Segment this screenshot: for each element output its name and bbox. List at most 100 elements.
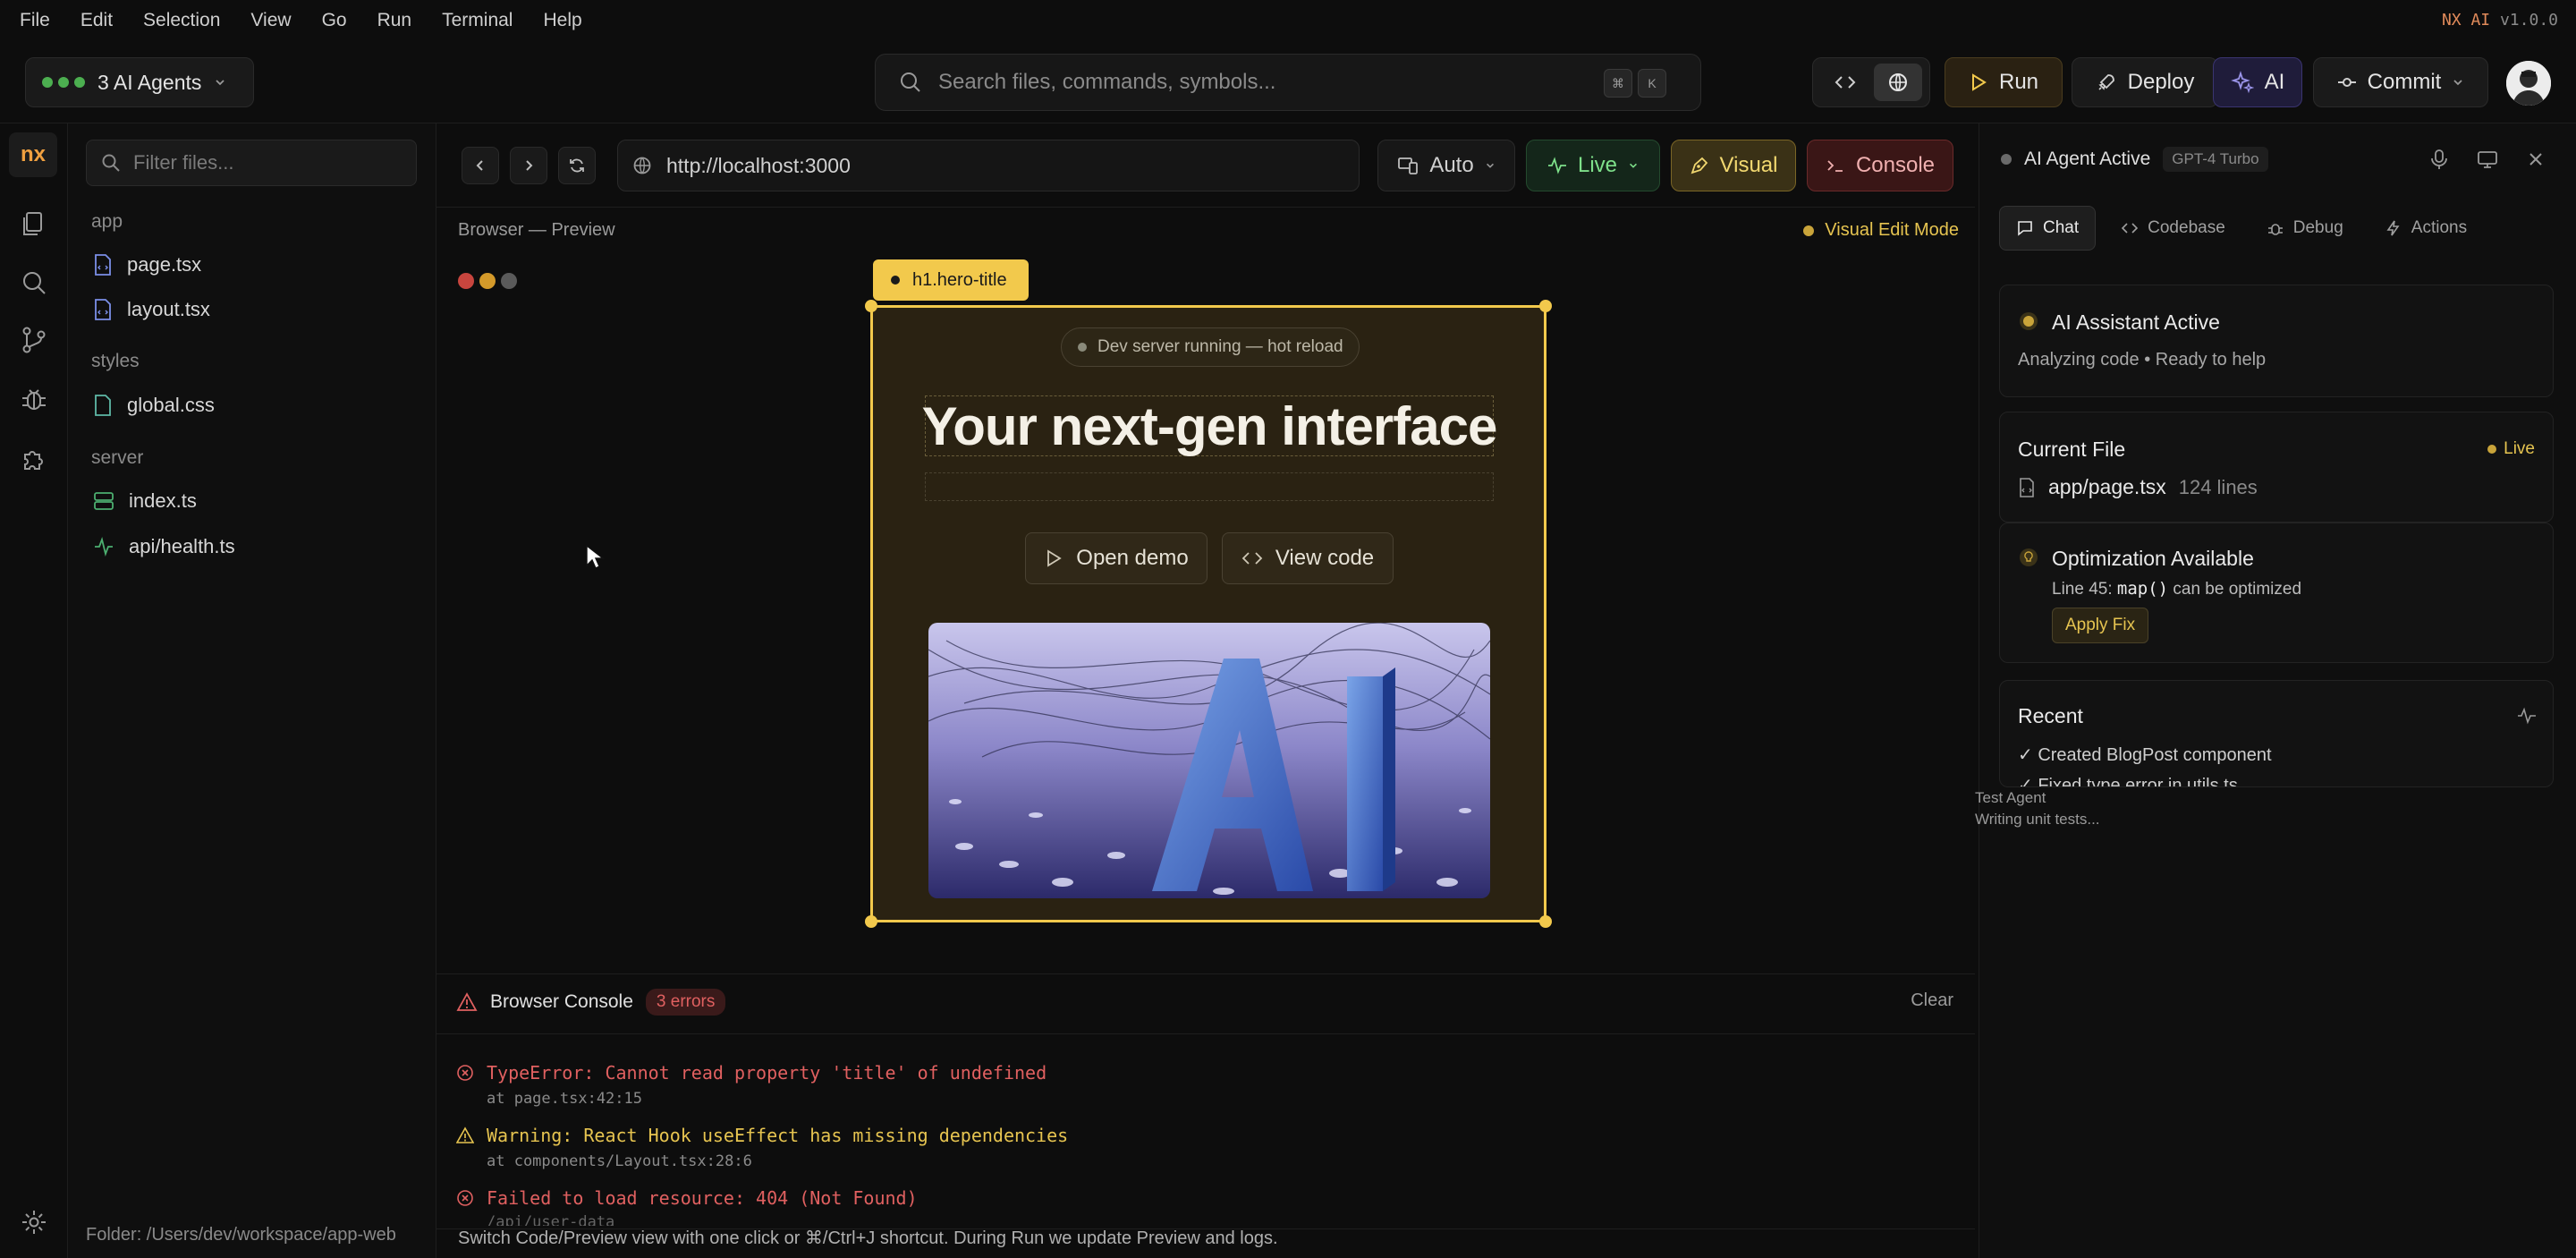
close-icon[interactable] [2523,147,2548,172]
tab-actions[interactable]: Actions [2368,206,2483,251]
extensions-icon[interactable] [18,442,50,474]
view-code-button[interactable]: View code [1222,532,1394,584]
model-badge[interactable]: GPT-4 Turbo [2163,147,2268,172]
console-button[interactable]: Console [1807,140,1953,191]
agents-dropdown[interactable]: 3 AI Agents [25,57,254,107]
current-file-title: Current File [2018,438,2126,461]
current-file-row: app/page.tsx 124 lines [2018,475,2258,499]
command-search[interactable]: ⌘ K [875,54,1701,111]
url-field[interactable]: http://localhost:3000 [617,140,1360,191]
user-avatar[interactable] [2506,61,2551,106]
view-toggle [1812,57,1930,107]
resize-handle-bottom-left[interactable] [865,915,877,928]
tab-debug[interactable]: Debug [2250,206,2360,251]
menu-go[interactable]: Go [322,10,347,31]
live-dropdown[interactable]: Live [1526,140,1660,191]
commit-button[interactable]: Commit [2313,57,2488,107]
folder-group-styles[interactable]: styles [91,351,140,372]
optimization-card: Optimization Available Line 45: map() ca… [1999,523,2554,663]
run-button[interactable]: Run [1945,57,2063,107]
lightbulb-icon [2020,548,2038,566]
menu-run[interactable]: Run [377,10,412,31]
optimization-title: Optimization Available [2052,547,2254,570]
optimization-detail: Line 45: map() can be optimized [2052,579,2301,599]
console-location: at components/Layout.tsx:28:6 [487,1152,752,1170]
file-item[interactable]: layout.tsx [93,292,210,327]
console-message: TypeError: Cannot read property 'title' … [487,1062,1047,1084]
assistant-card-subtitle: Analyzing code • Ready to help [2018,350,2267,370]
preview-frame[interactable]: Dev server running — hot reload Your nex… [865,300,1552,928]
apply-fix-button[interactable]: Apply Fix [2052,608,2149,643]
selected-element-tag[interactable]: h1.hero-title [873,259,1029,301]
console-line-error[interactable]: TypeError: Cannot read property 'title' … [456,1062,1046,1084]
resize-handle-top-right[interactable] [1539,300,1552,312]
code-icon [1241,552,1263,565]
microphone-icon[interactable] [2427,147,2452,172]
bug-icon[interactable] [18,383,50,415]
open-demo-button[interactable]: Open demo [1025,532,1208,584]
visual-edit-button[interactable]: Visual [1671,140,1796,191]
filter-input[interactable] [133,151,402,174]
menu-edit[interactable]: Edit [80,10,113,31]
back-button[interactable] [462,147,499,184]
css-file-icon [95,395,111,416]
recent-card: Recent ✓ Created BlogPost component ✓ Fi… [1999,680,2554,787]
console-line-error[interactable]: Failed to load resource: 404 (Not Found) [456,1187,918,1209]
current-file-card[interactable]: Current File Live app/page.tsx 124 lines [1999,412,2554,523]
console-line-warning[interactable]: Warning: React Hook useEffect has missin… [456,1125,1068,1146]
git-commit-icon [2337,78,2356,87]
ai-button[interactable]: AI [2213,57,2302,107]
deploy-button[interactable]: Deploy [2072,57,2218,107]
forward-button[interactable] [510,147,547,184]
file-icon [2020,477,2034,497]
menu-terminal[interactable]: Terminal [442,10,513,31]
responsive-icon [1398,157,1419,174]
hero-title[interactable]: Your next-gen interface [922,395,1497,456]
folder-group-server[interactable]: server [91,447,143,469]
file-item[interactable]: api/health.ts [93,529,235,565]
search-icon[interactable] [18,267,50,299]
visual-edit-mode-label: Visual Edit Mode [1825,220,1959,240]
agent-status-dot [2001,154,2012,165]
resize-handle-top-left[interactable] [865,300,877,312]
settings-icon[interactable] [18,1206,50,1238]
chevron-down-icon [2453,80,2462,86]
code-view-toggle[interactable] [1821,64,1869,101]
files-icon[interactable] [18,208,50,240]
file-item[interactable]: index.ts [93,483,197,519]
shortcut-tip: Switch Code/Preview view with one click … [458,1228,1278,1248]
git-branch-icon[interactable] [18,324,50,356]
dev-server-status: Dev server running — hot reload [1061,327,1360,367]
file-item[interactable]: global.css [93,387,215,423]
activity-icon[interactable] [2517,706,2537,726]
viewport-label: Auto [1429,153,1474,177]
search-input[interactable] [938,70,1564,95]
resize-handle-bottom-right[interactable] [1539,915,1552,928]
file-item[interactable]: page.tsx [93,247,201,283]
preview-view-toggle[interactable] [1873,64,1922,101]
pen-tool-icon [1690,157,1707,174]
tab-chat[interactable]: Chat [1999,206,2097,251]
ai-agent-panel: AI Agent Active GPT-4 Turbo Chat Codebas… [1979,123,2576,1258]
live-badge-label: Live [2504,439,2535,458]
menu-file[interactable]: File [20,10,50,31]
hero-subtitle-placeholder[interactable] [925,472,1494,501]
folder-group-app[interactable]: app [91,211,123,233]
menu-selection[interactable]: Selection [143,10,220,31]
optimization-line: Line 45: [2052,580,2113,599]
play-icon [1047,549,1062,567]
tab-codebase[interactable]: Codebase [2105,206,2241,251]
file-filter[interactable] [86,140,417,186]
selected-element-name: h1.hero-title [912,269,1007,290]
menu-view[interactable]: View [250,10,291,31]
tab-actions-label: Actions [2411,218,2468,237]
terminal-icon [1827,160,1843,172]
server-file-icon [94,492,114,510]
error-count-badge: 3 errors [645,989,726,1016]
agent-tabs: Chat Codebase Debug Actions [1999,206,2483,251]
menu-help[interactable]: Help [543,10,581,31]
clear-console-button[interactable]: Clear [1911,990,1953,1011]
monitor-icon[interactable] [2475,147,2500,172]
reload-button[interactable] [558,147,596,184]
viewport-dropdown[interactable]: Auto [1377,140,1515,191]
